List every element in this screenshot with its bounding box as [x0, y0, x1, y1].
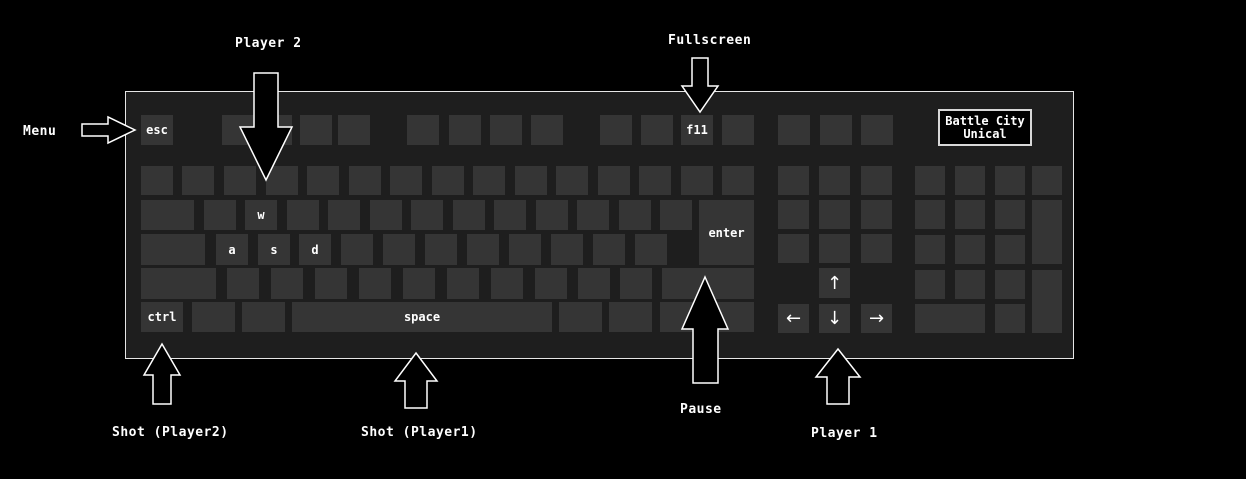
fullscreen-arrow-icon [680, 57, 720, 114]
callout-arrows [81, 57, 862, 409]
pause-arrow-icon [680, 275, 730, 384]
player1-arrow-icon [814, 347, 862, 405]
shot-player2-arrow-icon [142, 342, 182, 405]
shot-player1-arrow-icon [393, 351, 439, 409]
menu-arrow-icon [81, 115, 137, 145]
player2-arrow-icon [238, 72, 294, 182]
